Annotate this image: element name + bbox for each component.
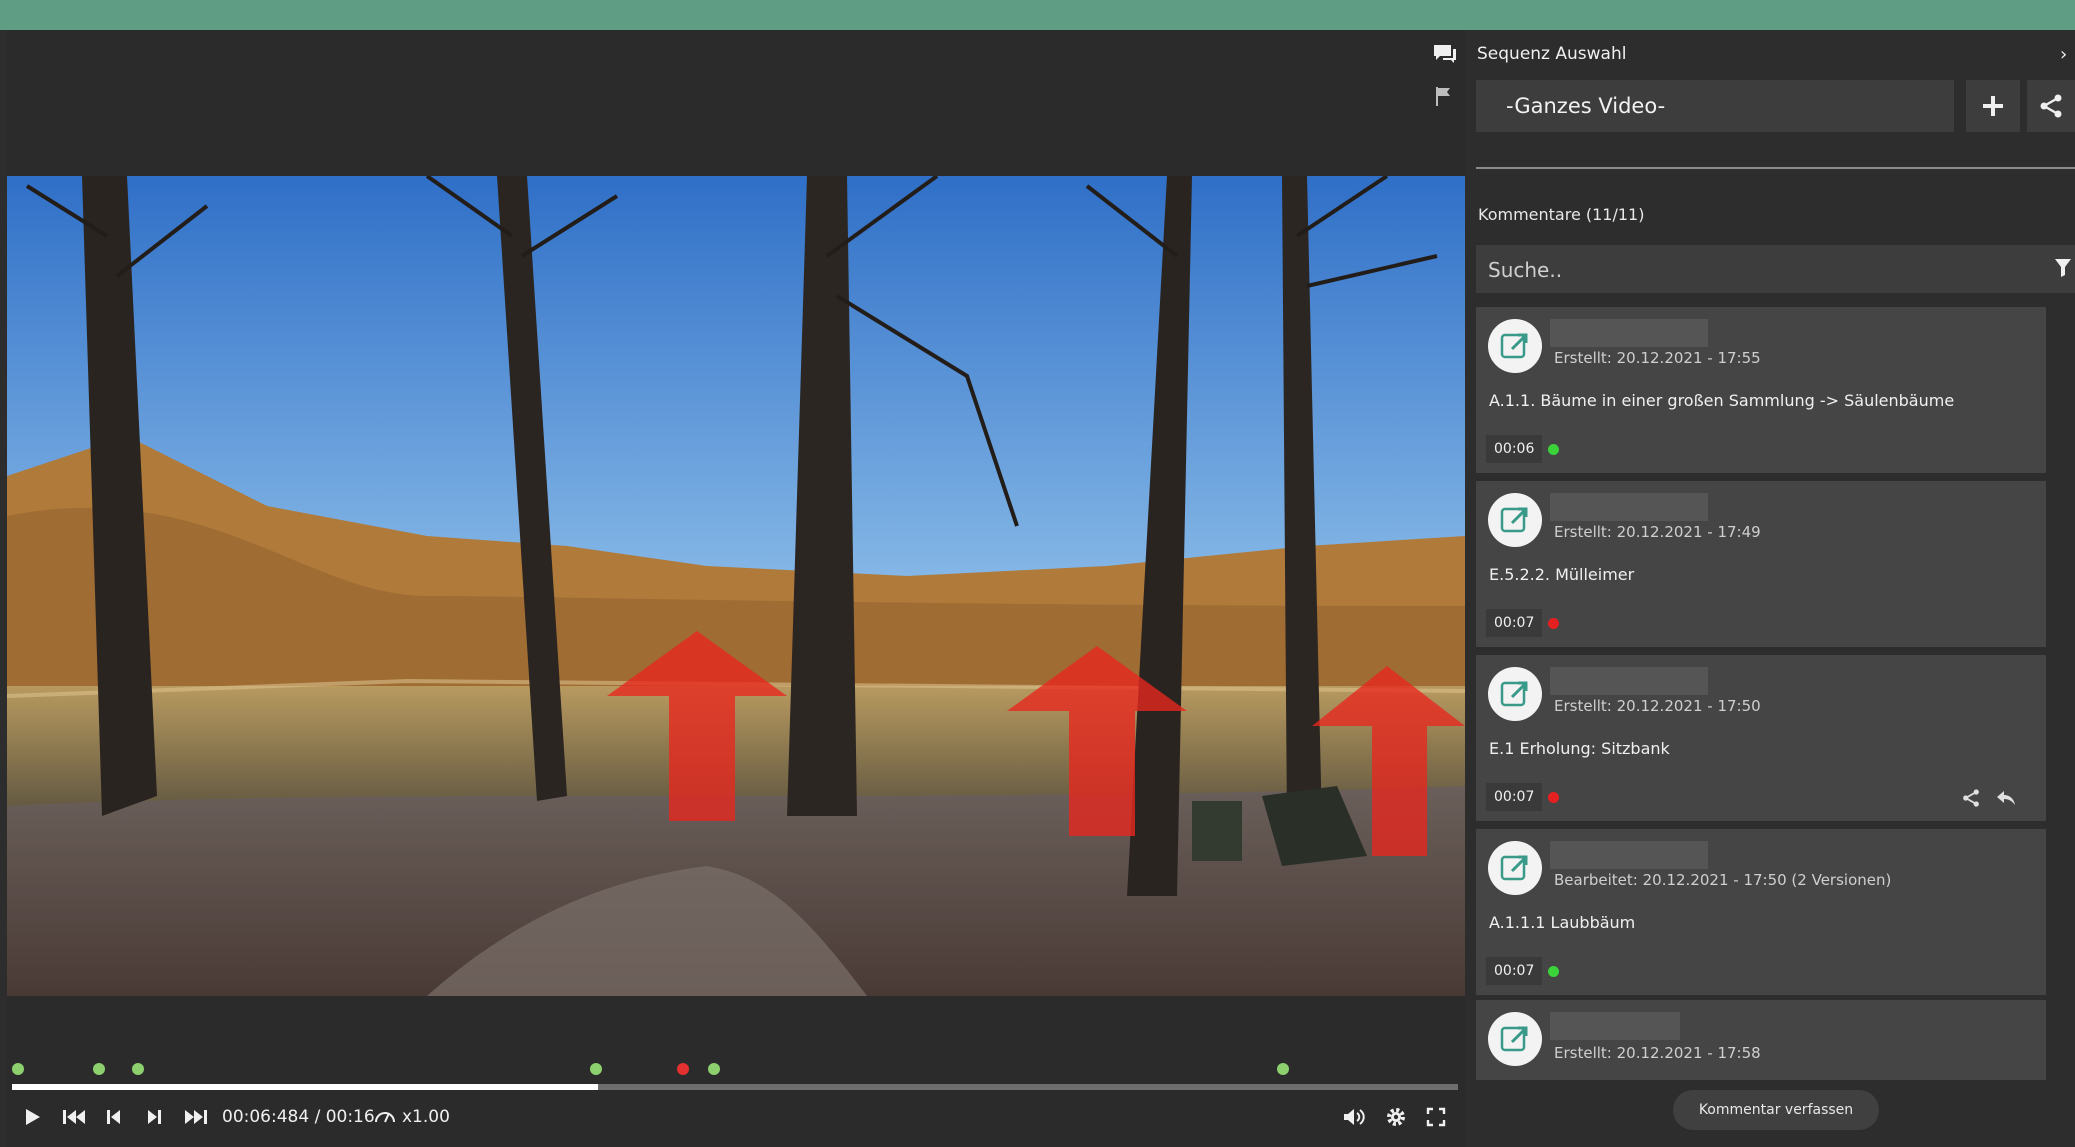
comment-meta: Erstellt: 20.12.2021 - 17:50 [1554,697,1761,715]
avatar [1488,1012,1542,1066]
reply-icon[interactable] [1996,789,2016,811]
speed-control[interactable]: x1.00 [374,1104,450,1130]
search-box [1476,245,2075,295]
play-icon[interactable] [22,1104,42,1130]
speed-icon [374,1106,396,1129]
comment-meta: Bearbeitet: 20.12.2021 - 17:50 (2 Versio… [1554,871,1892,889]
search-input[interactable] [1486,245,2010,295]
add-sequence-button[interactable] [1966,80,2020,132]
share-sequence-button[interactable] [2027,80,2075,132]
comment-meta: Erstellt: 20.12.2021 - 17:49 [1554,523,1761,541]
step-back-icon[interactable] [106,1104,122,1130]
chevron-right-icon[interactable]: › [2060,44,2067,65]
author-name-redacted [1550,1012,1680,1040]
sequence-label: Sequenz Auswahl [1477,44,1627,64]
link-icon [1500,333,1528,359]
plus-icon [1983,96,2003,116]
progress-fill [12,1084,598,1090]
comment-text: E.1 Erholung: Sitzbank [1489,739,1670,758]
step-forward-icon[interactable] [146,1104,162,1130]
timeline-marker-green[interactable] [132,1063,145,1075]
avatar [1488,319,1542,373]
compose-comment-button[interactable]: Kommentar verfassen [1673,1090,1879,1130]
comment-meta: Erstellt: 20.12.2021 - 17:55 [1554,349,1761,367]
timeline-marker-green[interactable] [92,1063,105,1075]
comment-card[interactable]: Erstellt: 20.12.2021 - 17:58 [1476,1000,2046,1080]
comment-text: A.1.1.1 Laubbäum [1489,913,1636,932]
progress-bar[interactable] [12,1084,1458,1090]
comment-card[interactable]: Bearbeitet: 20.12.2021 - 17:50 (2 Versio… [1476,829,2046,995]
filter-icon[interactable] [2055,259,2071,281]
comment-text: E.5.2.2. Mülleimer [1489,565,1635,584]
speed-label: x1.00 [402,1107,450,1127]
volume-icon[interactable] [1342,1104,1366,1130]
gear-icon[interactable] [1385,1104,1407,1130]
link-icon [1500,507,1528,533]
flag-icon[interactable] [1432,84,1462,114]
link-icon [1500,1026,1528,1052]
sequence-select[interactable]: -Ganzes Video- [1476,80,1954,132]
author-name-redacted [1550,319,1708,347]
avatar [1488,493,1542,547]
avatar [1488,667,1542,721]
top-bar [0,0,2075,30]
comment-card[interactable]: Erstellt: 20.12.2021 - 17:49 E.5.2.2. Mü… [1476,481,2046,647]
timeline-marker-green[interactable] [707,1063,720,1075]
time-display: 00:06:484 / 00:16 [222,1107,375,1127]
comments-title: Kommentare (11/11) [1478,205,1645,224]
divider [1476,167,2075,169]
comment-timestamp[interactable]: 00:07 [1486,783,1543,811]
skip-first-icon[interactable] [62,1104,86,1130]
comment-meta: Erstellt: 20.12.2021 - 17:58 [1554,1044,1761,1062]
avatar [1488,841,1542,895]
status-dot-green [1548,444,1559,455]
status-dot-red [1548,618,1559,629]
status-dot-red [1548,792,1559,803]
author-name-redacted [1550,493,1708,521]
link-icon [1500,855,1528,881]
comment-text: A.1.1. Bäume in einer großen Sammlung ->… [1489,391,1955,410]
share-icon[interactable] [1962,789,1980,811]
comment-card[interactable]: Erstellt: 20.12.2021 - 17:50 E.1 Erholun… [1476,655,2046,821]
video-frame[interactable] [7,176,1465,996]
share-icon [2040,94,2062,118]
skip-last-icon[interactable] [184,1104,208,1130]
fullscreen-icon[interactable] [1426,1104,1446,1130]
comment-timestamp[interactable]: 00:06 [1486,435,1543,463]
comment-card[interactable]: Erstellt: 20.12.2021 - 17:55 A.1.1. Bäum… [1476,307,2046,473]
timeline-marker-green[interactable] [12,1063,24,1075]
author-name-redacted [1550,667,1708,695]
author-name-redacted [1550,841,1708,869]
comment-timestamp[interactable]: 00:07 [1486,957,1543,985]
status-dot-green [1548,966,1559,977]
link-icon [1500,681,1528,707]
comment-timestamp[interactable]: 00:07 [1486,609,1543,637]
comments-icon[interactable] [1432,42,1462,72]
